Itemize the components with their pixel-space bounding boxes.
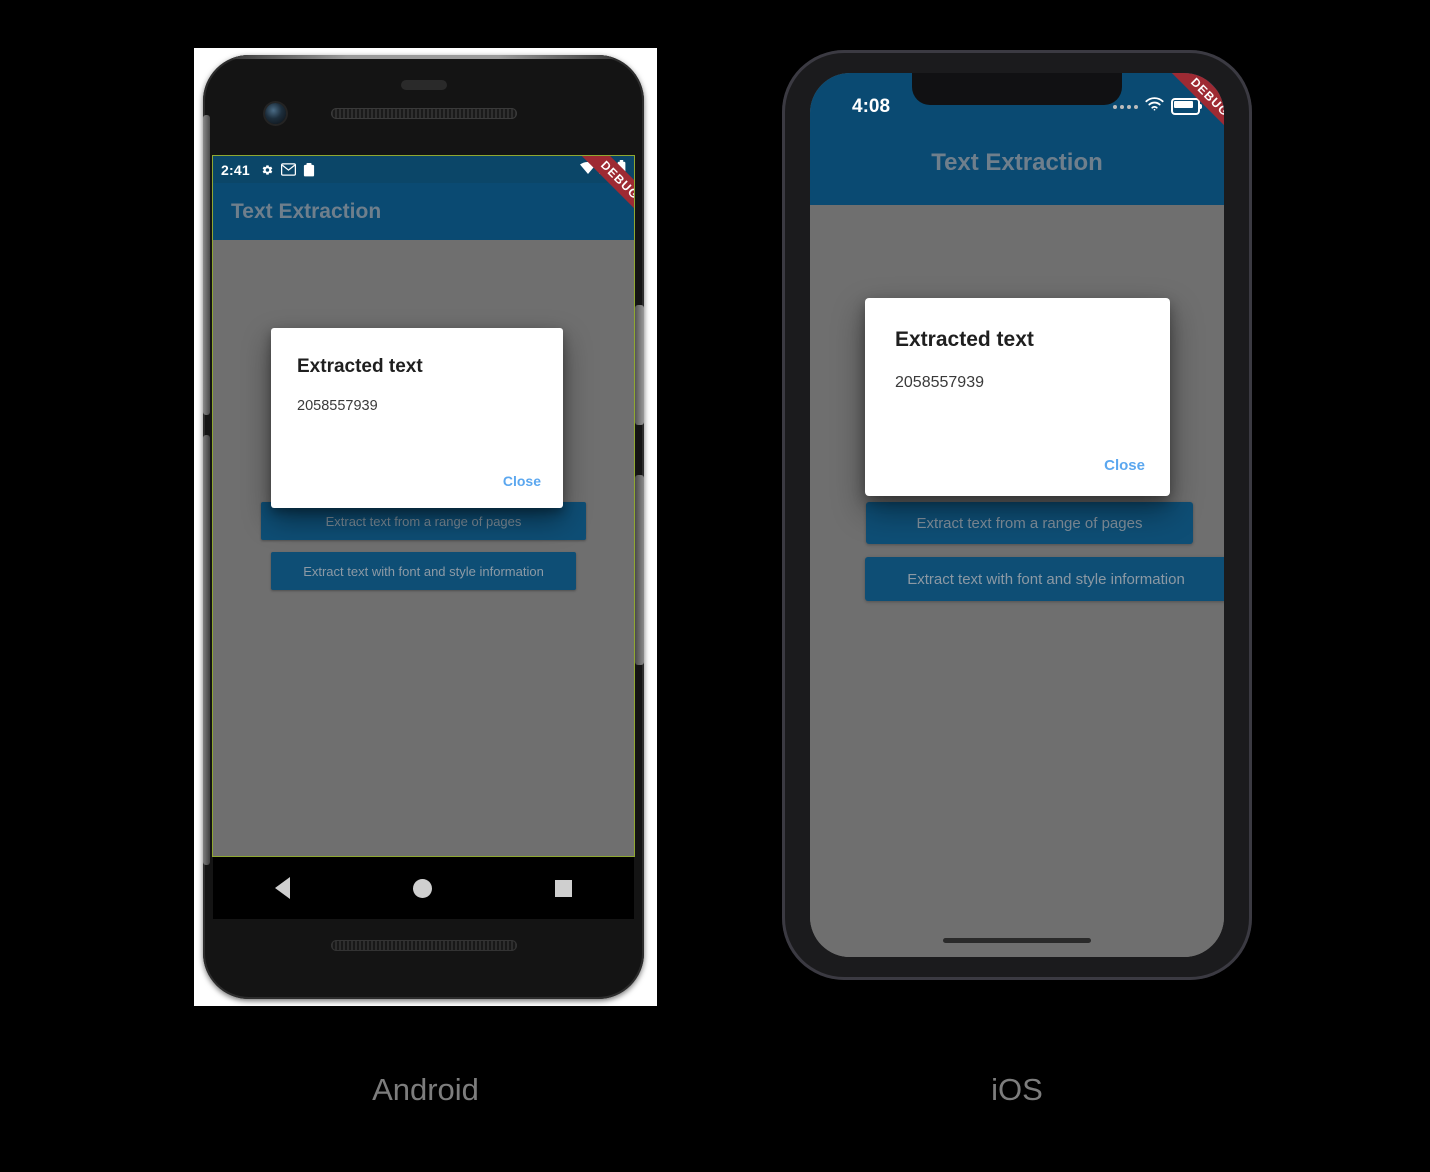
- ios-screen: 4:08 Text Extraction DEBUG Extract text …: [810, 73, 1224, 957]
- android-extract-font-style-button[interactable]: Extract text with font and style informa…: [271, 552, 576, 590]
- android-status-time: 2:41: [221, 161, 250, 178]
- android-app-bar-title: Text Extraction: [231, 199, 382, 223]
- wifi-icon: [1145, 97, 1164, 116]
- ios-extract-font-style-button[interactable]: Extract text with font and style informa…: [865, 557, 1224, 601]
- comparison-canvas: 2:41 Text Extraction DEBUG Extract text …: [0, 0, 1430, 1172]
- ios-extracted-text-dialog: Extracted text 2058557939 Close: [865, 298, 1170, 496]
- mail-icon: [280, 163, 296, 176]
- dialog-close-button[interactable]: Close: [503, 473, 541, 489]
- android-left-rail-upper: [203, 115, 210, 415]
- battery-icon: [1171, 98, 1202, 115]
- cellular-dots-icon: [1113, 104, 1138, 109]
- android-top-speaker-grille: [330, 108, 517, 119]
- android-earpiece: [400, 80, 447, 90]
- gear-icon: [260, 163, 274, 177]
- dialog-body-text: 2058557939: [895, 374, 984, 391]
- battery-icon: [617, 159, 626, 180]
- android-bottom-speaker-grille: [330, 940, 517, 951]
- android-navigation-bar: [213, 857, 634, 919]
- ios-app-bar-title: Text Extraction: [931, 149, 1103, 176]
- ios-home-indicator[interactable]: [943, 938, 1091, 943]
- recents-square-icon[interactable]: [555, 879, 573, 897]
- android-left-rail-lower: [203, 435, 210, 865]
- dialog-title: Extracted text: [895, 328, 1034, 351]
- android-device-frame: 2:41 Text Extraction DEBUG Extract text …: [203, 55, 644, 999]
- ios-content-area: Extract text from a range of pages Extra…: [810, 205, 1224, 957]
- android-screen: 2:41 Text Extraction DEBUG Extract text …: [212, 155, 635, 857]
- ios-extract-range-button[interactable]: Extract text from a range of pages: [866, 502, 1193, 544]
- android-app-bar: Text Extraction: [213, 183, 634, 240]
- ios-device-frame: 4:08 Text Extraction DEBUG Extract text …: [782, 50, 1252, 980]
- ios-notch: [912, 73, 1122, 105]
- dialog-close-button[interactable]: Close: [1104, 457, 1145, 474]
- android-front-camera: [265, 103, 286, 124]
- android-extracted-text-dialog: Extracted text 2058557939 Close: [271, 328, 563, 508]
- home-circle-icon[interactable]: [412, 878, 432, 898]
- android-status-bar: 2:41: [213, 156, 634, 183]
- caption-ios: iOS: [991, 1072, 1043, 1107]
- signal-icon: [599, 160, 614, 179]
- android-power-button[interactable]: [635, 305, 644, 425]
- caption-android: Android: [372, 1072, 479, 1107]
- android-volume-button[interactable]: [635, 475, 644, 665]
- dialog-body-text: 2058557939: [297, 398, 378, 414]
- android-status-right-icons: [580, 159, 626, 180]
- clipboard-icon: [303, 162, 315, 177]
- debug-ribbon-ios: DEBUG: [1138, 73, 1224, 159]
- ios-status-time: 4:08: [852, 96, 891, 117]
- back-triangle-icon[interactable]: [274, 877, 290, 899]
- dialog-title: Extracted text: [297, 356, 423, 377]
- wifi-icon: [580, 161, 596, 179]
- ios-app-bar: 4:08 Text Extraction DEBUG: [810, 73, 1224, 205]
- android-top-antenna-band: [233, 55, 613, 59]
- android-content-area: Extract text from a range of pages Extra…: [213, 240, 634, 856]
- ios-status-right-icons: [1113, 97, 1202, 116]
